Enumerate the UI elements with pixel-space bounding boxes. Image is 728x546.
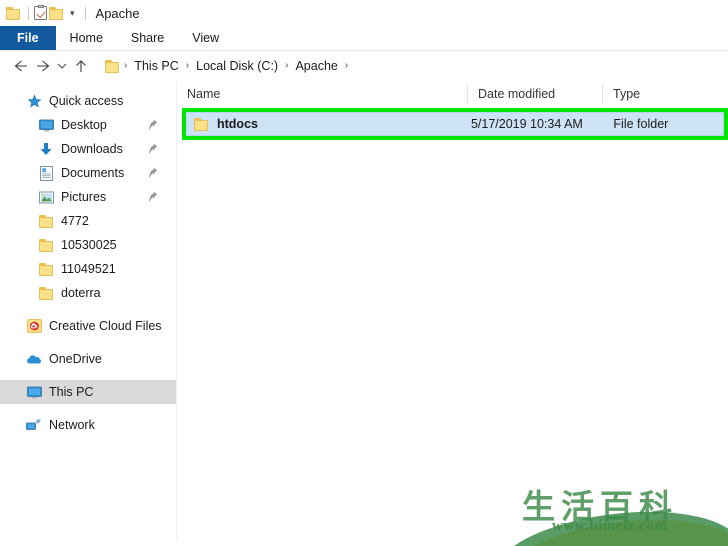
- breadcrumb-apache[interactable]: Apache: [292, 59, 340, 73]
- sidebar-item-label: Downloads: [61, 142, 123, 156]
- column-header-date-modified[interactable]: Date modified: [467, 84, 602, 104]
- sidebar-item-label: OneDrive: [49, 352, 102, 366]
- sidebar-item-onedrive[interactable]: OneDrive: [0, 347, 176, 371]
- qat-divider: [28, 6, 29, 20]
- pictures-icon: [38, 189, 54, 205]
- folder-icon: [38, 285, 54, 301]
- onedrive-cloud-icon: [26, 351, 42, 367]
- up-arrow-icon[interactable]: [70, 55, 92, 77]
- column-header-row: ⌃ Name Date modified Type: [177, 81, 728, 108]
- sidebar-item-pictures[interactable]: Pictures: [0, 185, 176, 209]
- recent-locations-chevron-icon[interactable]: [54, 55, 70, 77]
- sidebar-item-label: This PC: [49, 385, 94, 399]
- sidebar-item-network[interactable]: Network: [0, 413, 176, 437]
- this-pc-icon: [26, 384, 42, 400]
- tab-share[interactable]: Share: [117, 26, 178, 50]
- sidebar-item-this-pc[interactable]: This PC: [0, 380, 176, 404]
- breadcrumb-separator-1[interactable]: ›: [182, 61, 193, 71]
- breadcrumb-this-pc[interactable]: This PC: [131, 59, 181, 73]
- sidebar-item-label: doterra: [61, 286, 101, 300]
- file-type-cell: File folder: [613, 117, 669, 131]
- file-name-label: htdocs: [217, 117, 258, 131]
- tab-file[interactable]: File: [0, 26, 56, 50]
- file-name-cell[interactable]: htdocs: [187, 117, 471, 131]
- qat-divider-2: [84, 6, 86, 20]
- breadcrumb-separator-3[interactable]: ›: [341, 61, 352, 71]
- sidebar-item-4772[interactable]: 4772: [0, 209, 176, 233]
- window-title: Apache: [95, 5, 140, 21]
- star-icon: [26, 93, 42, 109]
- sidebar-gap-2: [0, 338, 176, 347]
- main-area: Quick access Desktop Downloads Documents…: [0, 81, 728, 541]
- folder-icon: [38, 261, 54, 277]
- pin-icon[interactable]: [148, 119, 158, 131]
- chevron-down-icon[interactable]: ▾: [70, 8, 75, 18]
- folder-icon: [194, 117, 209, 131]
- sidebar-item-desktop[interactable]: Desktop: [0, 113, 176, 137]
- sidebar-item-label: 4772: [61, 214, 89, 228]
- sidebar-item-label: Desktop: [61, 118, 107, 132]
- downloads-arrow-icon: [38, 141, 54, 157]
- folder-icon[interactable]: [105, 59, 120, 73]
- address-bar: › This PC › Local Disk (C:) › Apache ›: [0, 51, 728, 81]
- breadcrumb-separator-2[interactable]: ›: [281, 61, 292, 71]
- folder-icon[interactable]: [6, 6, 21, 20]
- breadcrumb[interactable]: › This PC › Local Disk (C:) › Apache ›: [100, 55, 722, 77]
- tab-home[interactable]: Home: [56, 26, 117, 50]
- column-header-type[interactable]: Type: [602, 84, 722, 104]
- tab-view[interactable]: View: [178, 26, 233, 50]
- sidebar-gap-3: [0, 371, 176, 380]
- sidebar-item-documents[interactable]: Documents: [0, 161, 176, 185]
- sidebar-item-label: Pictures: [61, 190, 107, 204]
- documents-icon: [38, 165, 54, 181]
- file-list-pane: ⌃ Name Date modified Type htdocs 5/17/20…: [177, 81, 728, 541]
- breadcrumb-local-disk[interactable]: Local Disk (C:): [193, 59, 281, 73]
- sidebar-item-label: Network: [49, 418, 95, 432]
- sidebar-item-creative-cloud-files[interactable]: Creative Cloud Files: [0, 314, 176, 338]
- sidebar-item-label: Quick access: [49, 94, 124, 108]
- sidebar-item-10530025[interactable]: 10530025: [0, 233, 176, 257]
- back-arrow-icon[interactable]: [10, 55, 32, 77]
- pin-icon[interactable]: [148, 167, 158, 179]
- navigation-pane: Quick access Desktop Downloads Documents…: [0, 81, 177, 541]
- file-date-cell: 5/17/2019 10:34 AM: [470, 117, 583, 131]
- creative-cloud-icon: [26, 318, 42, 334]
- sidebar-item-doterra[interactable]: doterra: [0, 281, 176, 305]
- pin-icon[interactable]: [148, 143, 158, 155]
- table-row[interactable]: htdocs 5/17/2019 10:34 AM File folder: [186, 112, 724, 136]
- sidebar-item-quick-access[interactable]: Quick access: [0, 89, 176, 113]
- sidebar-item-label: 10530025: [61, 238, 117, 252]
- new-folder-icon[interactable]: [49, 6, 64, 20]
- sidebar-item-label: Documents: [61, 166, 125, 180]
- sidebar-gap-4: [0, 404, 176, 413]
- properties-checklist-icon[interactable]: [34, 5, 47, 20]
- title-bar: ▾ Apache: [0, 0, 728, 26]
- pin-icon[interactable]: [148, 191, 158, 203]
- sort-ascending-icon[interactable]: ⌃: [325, 81, 333, 88]
- sidebar-item-label: 11049521: [61, 262, 116, 276]
- breadcrumb-separator-0[interactable]: ›: [120, 61, 131, 71]
- ribbon-tab-bar: File Home Share View: [0, 26, 728, 50]
- desktop-icon: [38, 117, 54, 133]
- folder-icon: [38, 237, 54, 253]
- sidebar-item-downloads[interactable]: Downloads: [0, 137, 176, 161]
- forward-arrow-icon[interactable]: [32, 55, 54, 77]
- folder-icon: [38, 213, 54, 229]
- column-header-name[interactable]: Name: [177, 84, 467, 104]
- sidebar-item-11049521[interactable]: 11049521: [0, 257, 176, 281]
- sidebar-gap-1: [0, 305, 176, 314]
- network-icon: [26, 417, 42, 433]
- sidebar-item-label: Creative Cloud Files: [49, 319, 162, 333]
